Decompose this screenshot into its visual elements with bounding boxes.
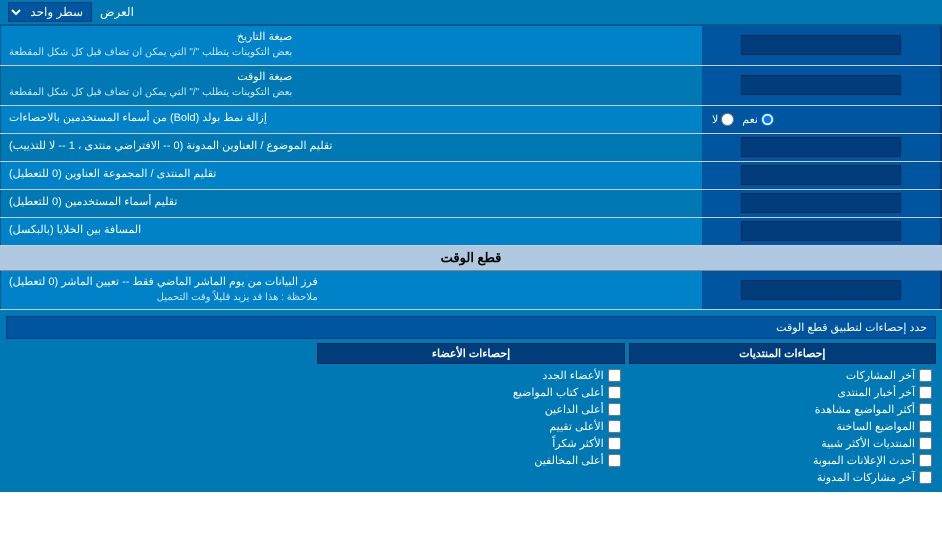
list-item: المنتديات الأكثر شبية — [629, 435, 936, 452]
stat-checkbox[interactable] — [919, 386, 932, 399]
bold-remove-input-cell: نعم لا — [702, 106, 942, 133]
subject-align-input[interactable]: 33 — [741, 137, 901, 157]
stat-label[interactable]: أعلى الداعين — [545, 403, 604, 416]
list-item: آخر مشاركات المدونة — [629, 469, 936, 486]
stat-label[interactable]: المنتديات الأكثر شبية — [821, 437, 915, 450]
stat-label[interactable]: آخر مشاركات المدونة — [817, 471, 915, 484]
cell-spacing-input-cell: 2 — [702, 218, 942, 245]
stats-grid: إحصاءات المنتديات آخر المشاركات آخر أخبا… — [6, 343, 936, 486]
stats-col-empty — [6, 343, 313, 486]
subject-align-label: تقليم الموضوع / العناوين المدونة (0 -- ا… — [0, 134, 702, 161]
stat-checkbox[interactable] — [608, 454, 621, 467]
list-item: أكثر المواضيع مشاهدة — [629, 401, 936, 418]
stat-label[interactable]: أعلى المخالفين — [534, 454, 603, 467]
user-align-input[interactable]: 0 — [741, 193, 901, 213]
bold-yes-radio[interactable] — [761, 113, 774, 126]
stat-checkbox[interactable] — [919, 420, 932, 433]
list-item: آخر أخبار المنتدى — [629, 384, 936, 401]
subject-align-row: 33 تقليم الموضوع / العناوين المدونة (0 -… — [0, 134, 942, 162]
user-align-label: تقليم أسماء المستخدمين (0 للتعطيل) — [0, 190, 702, 217]
header-row: العرض سطر واحد سطرين ثلاثة أسطر — [0, 0, 942, 26]
stat-checkbox[interactable] — [608, 403, 621, 416]
header-label: العرض — [100, 5, 134, 19]
list-item: أعلى كتاب المواضيع — [317, 384, 624, 401]
bold-no-radio[interactable] — [721, 113, 734, 126]
stat-checkbox[interactable] — [919, 369, 932, 382]
main-container: العرض سطر واحد سطرين ثلاثة أسطر d-m صيغة… — [0, 0, 942, 492]
stat-label[interactable]: أعلى كتاب المواضيع — [513, 386, 604, 399]
stat-checkbox[interactable] — [608, 369, 621, 382]
stats-col-forums: إحصاءات المنتديات آخر المشاركات آخر أخبا… — [629, 343, 936, 486]
stat-checkbox[interactable] — [919, 403, 932, 416]
stat-checkbox[interactable] — [919, 471, 932, 484]
cell-spacing-input[interactable]: 2 — [741, 221, 901, 241]
forum-align-input[interactable]: 33 — [741, 165, 901, 185]
stat-checkbox[interactable] — [608, 420, 621, 433]
time-cut-input[interactable]: 0 — [741, 280, 901, 300]
stats-col-members: إحصاءات الأعضاء الأعضاء الجدد أعلى كتاب … — [317, 343, 624, 486]
stat-label[interactable]: آخر أخبار المنتدى — [837, 386, 915, 399]
list-item: المواضيع الساخنة — [629, 418, 936, 435]
stats-section-header: حدد إحصاءات لتطبيق قطع الوقت — [6, 316, 936, 339]
list-item: آخر المشاركات — [629, 367, 936, 384]
bold-remove-row: نعم لا إزالة نمط بولد (Bold) من أسماء ال… — [0, 106, 942, 134]
time-format-input[interactable]: H:i — [741, 75, 901, 95]
stats-col-forums-title: إحصاءات المنتديات — [629, 343, 936, 364]
time-cut-section-header: قطع الوقت — [0, 246, 942, 271]
list-item: الأعضاء الجدد — [317, 367, 624, 384]
stat-label[interactable]: الأكثر شكراً — [552, 437, 603, 450]
cell-spacing-row: 2 المسافة بين الخلايا (بالبكسل) — [0, 218, 942, 246]
stat-checkbox[interactable] — [919, 437, 932, 450]
list-item: أحدث الإعلانات المبوبة — [629, 452, 936, 469]
subject-align-input-cell: 33 — [702, 134, 942, 161]
list-item: الأعلى تقييم — [317, 418, 624, 435]
date-format-input-cell: d-m — [702, 26, 942, 65]
forum-align-input-cell: 33 — [702, 162, 942, 189]
time-format-label: صيغة الوقت بعض التكوينات يتطلب "/" التي … — [0, 66, 702, 105]
time-format-row: H:i صيغة الوقت بعض التكوينات يتطلب "/" ا… — [0, 66, 942, 106]
stat-checkbox[interactable] — [608, 386, 621, 399]
stats-section: حدد إحصاءات لتطبيق قطع الوقت إحصاءات الم… — [0, 310, 942, 492]
user-align-input-cell: 0 — [702, 190, 942, 217]
stat-label[interactable]: المواضيع الساخنة — [836, 420, 915, 433]
forum-align-row: 33 تقليم المنتدى / المجموعة العناوين (0 … — [0, 162, 942, 190]
time-format-input-cell: H:i — [702, 66, 942, 105]
forum-align-label: تقليم المنتدى / المجموعة العناوين (0 للت… — [0, 162, 702, 189]
bold-remove-label: إزالة نمط بولد (Bold) من أسماء المستخدمي… — [0, 106, 702, 133]
stat-label[interactable]: الأعضاء الجدد — [542, 369, 603, 382]
list-item: أعلى المخالفين — [317, 452, 624, 469]
date-format-row: d-m صيغة التاريخ بعض التكوينات يتطلب "/"… — [0, 26, 942, 66]
user-align-row: 0 تقليم أسماء المستخدمين (0 للتعطيل) — [0, 190, 942, 218]
stat-label[interactable]: آخر المشاركات — [846, 369, 915, 382]
stats-col-members-title: إحصاءات الأعضاء — [317, 343, 624, 364]
stat-checkbox[interactable] — [919, 454, 932, 467]
time-cut-input-cell: 0 — [702, 271, 942, 310]
display-dropdown[interactable]: سطر واحد سطرين ثلاثة أسطر — [8, 2, 92, 22]
time-cut-row: 0 فرز البيانات من يوم الماشر الماضي فقط … — [0, 271, 942, 311]
list-item: الأكثر شكراً — [317, 435, 624, 452]
list-item: أعلى الداعين — [317, 401, 624, 418]
date-format-label: صيغة التاريخ بعض التكوينات يتطلب "/" الت… — [0, 26, 702, 65]
date-format-input[interactable]: d-m — [741, 35, 901, 55]
time-cut-label: فرز البيانات من يوم الماشر الماضي فقط --… — [0, 271, 702, 310]
stat-label[interactable]: أحدث الإعلانات المبوبة — [813, 454, 915, 467]
stat-label[interactable]: أكثر المواضيع مشاهدة — [815, 403, 915, 416]
stat-checkbox[interactable] — [608, 437, 621, 450]
stat-label[interactable]: الأعلى تقييم — [549, 420, 603, 433]
cell-spacing-label: المسافة بين الخلايا (بالبكسل) — [0, 218, 702, 245]
